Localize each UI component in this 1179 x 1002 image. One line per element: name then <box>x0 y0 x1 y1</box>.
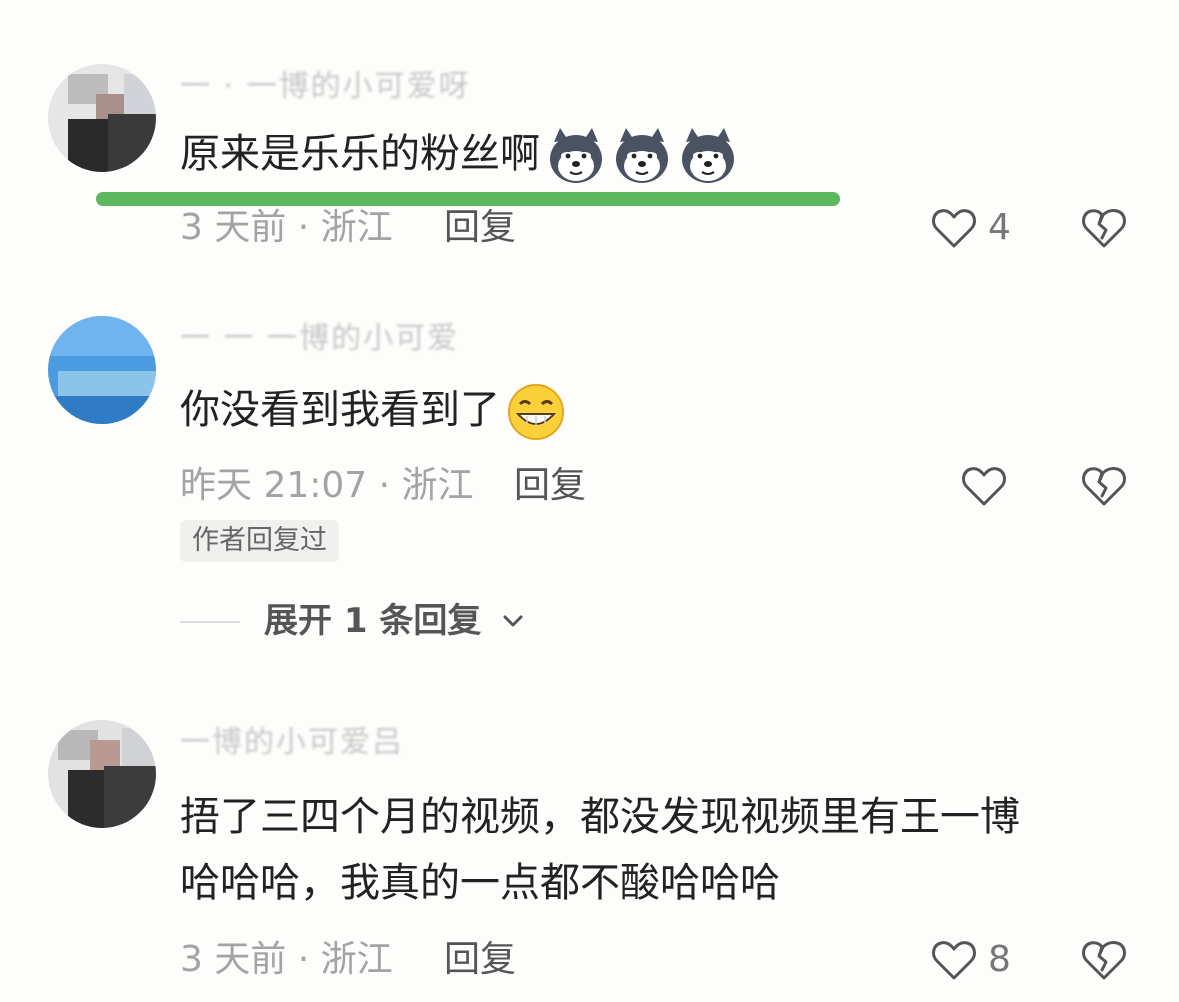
reply-button[interactable]: 回复 <box>444 206 516 250</box>
comment-meta: 昨天 21:07 · 浙江 <box>180 465 474 506</box>
comment-text-line: 你没看到我看到了 <box>180 387 500 433</box>
like-button[interactable] <box>960 462 1008 510</box>
heart-icon <box>932 209 976 248</box>
husky-emoji <box>612 126 672 186</box>
broken-heart-icon <box>1082 467 1126 506</box>
avatar[interactable] <box>48 64 156 172</box>
dislike-button[interactable] <box>1080 936 1128 984</box>
comment-text-line: 捂了三四个月的视频，都没发现视频里有王一博 <box>180 794 1020 840</box>
grin-emoji <box>506 382 566 442</box>
reply-button[interactable]: 回复 <box>514 464 586 508</box>
avatar[interactable] <box>48 720 156 828</box>
broken-heart-icon <box>1082 941 1126 980</box>
heart-icon <box>932 941 976 980</box>
comment-text: 你没看到我看到了 <box>180 380 566 442</box>
dislike-button[interactable] <box>1080 462 1128 510</box>
username[interactable]: 一博的小可爱吕 <box>180 726 460 760</box>
husky-emoji <box>546 126 606 186</box>
divider <box>180 621 240 623</box>
like-count: 8 <box>988 939 1011 980</box>
comment-text-line: 原来是乐乐的粉丝啊 <box>180 131 540 177</box>
like-count: 4 <box>988 207 1011 248</box>
comment-meta: 3 天前 · 浙江 <box>180 939 393 980</box>
expand-replies-button[interactable]: 展开 1 条回复 <box>180 596 540 646</box>
dislike-button[interactable] <box>1080 204 1128 252</box>
comment-text: 原来是乐乐的粉丝啊 <box>180 124 738 186</box>
broken-heart-icon <box>1082 209 1126 248</box>
author-replied-badge: 作者回复过 <box>180 520 339 562</box>
heart-icon <box>962 467 1006 506</box>
like-button[interactable] <box>930 936 978 984</box>
username[interactable]: 一 · 一博的小可爱呀 <box>180 70 469 104</box>
comment-meta: 3 天前 · 浙江 <box>180 207 393 248</box>
username[interactable]: 一 一 一博的小可爱 <box>180 322 460 356</box>
comment-text: 捂了三四个月的视频，都没发现视频里有王一博 哈哈哈，我真的一点都不酸哈哈哈 <box>180 784 1020 916</box>
expand-replies-label: 展开 1 条回复 <box>264 601 482 641</box>
reply-button[interactable]: 回复 <box>444 938 516 982</box>
comment-text-line: 哈哈哈，我真的一点都不酸哈哈哈 <box>180 860 780 906</box>
highlight-underline <box>96 192 840 206</box>
husky-emoji <box>678 126 738 186</box>
like-button[interactable] <box>930 204 978 252</box>
avatar[interactable] <box>48 316 156 424</box>
chevron-down-icon <box>503 615 523 627</box>
